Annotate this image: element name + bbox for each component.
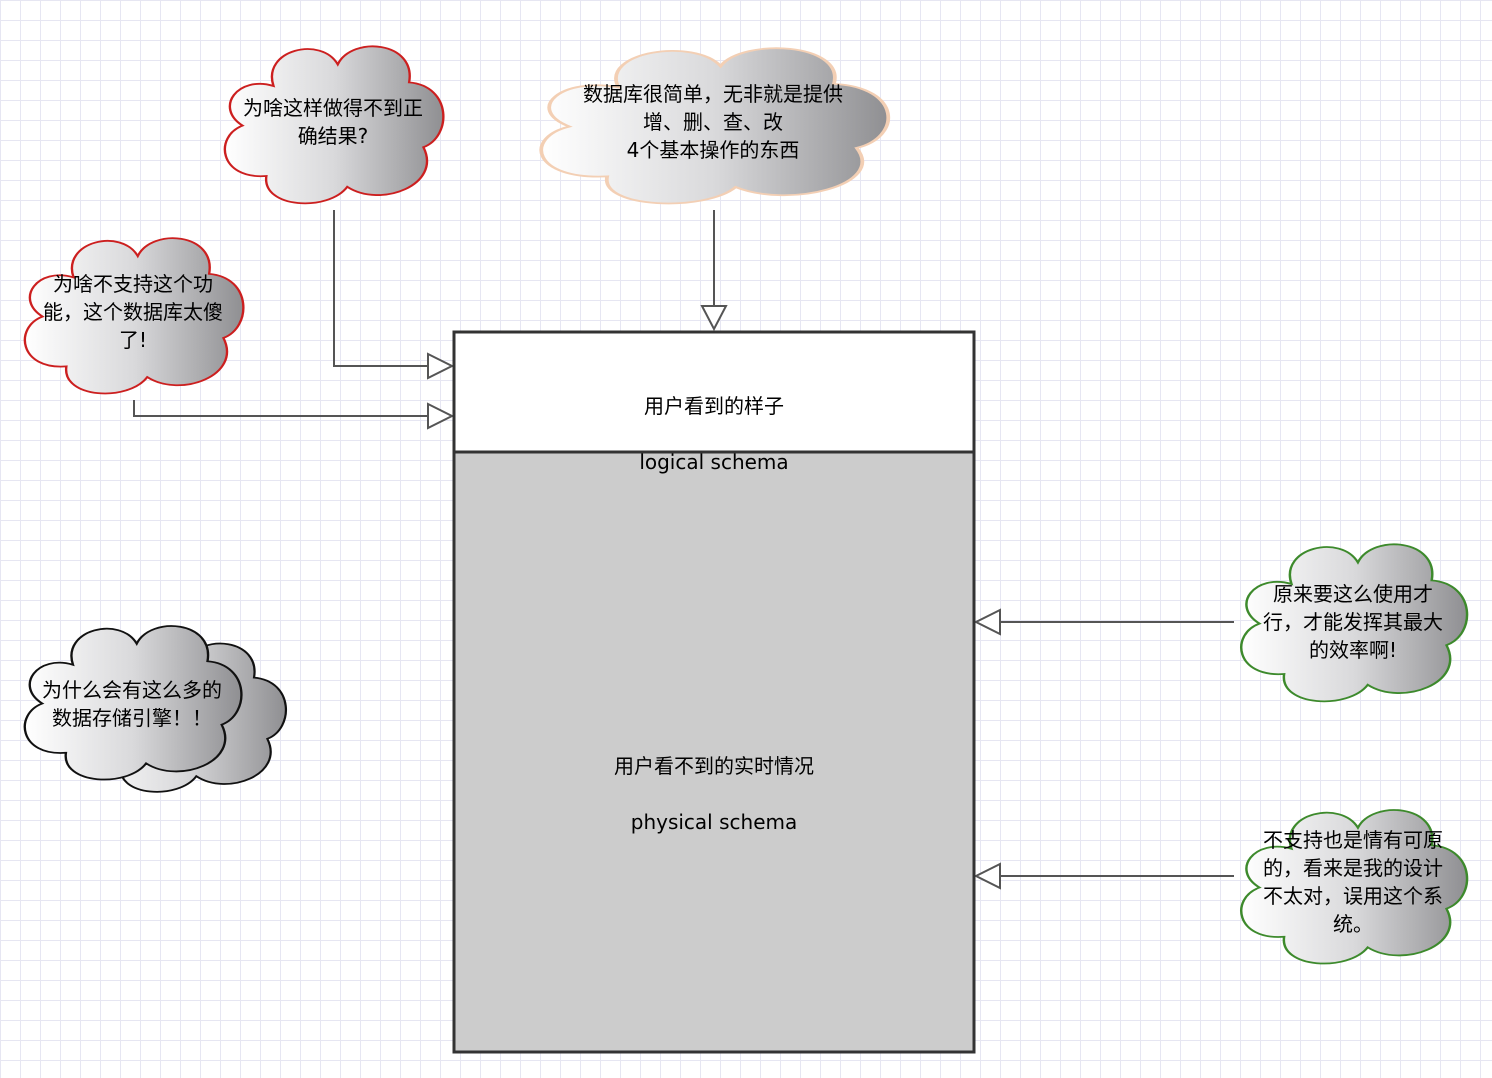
cloud-why-not-correct-text: 为啥这样做得不到正 确结果? [243,96,423,148]
logical-schema-subtitle: logical schema [639,450,789,474]
physical-schema-subtitle: physical schema [630,810,798,834]
arrowhead-open [427,402,455,430]
cloud-understandable-text: 不支持也是情有可原 的，看来是我的设计 不太对，误用这个系 统。 [1263,828,1443,936]
cloud-why-many-engines-text: 为什么会有这么多的 数据存储引擎！！ [42,678,222,730]
arrowhead-open [427,352,455,380]
connector-notsupported-to-logical [133,400,428,417]
physical-schema-title: 用户看不到的实时情况 [614,754,814,778]
connector-correct-to-logical [333,210,428,367]
physical-schema-label: 用户看不到的实时情况 physical schema [454,724,974,864]
arrowhead-open [973,862,1001,890]
cloud-use-this-way-text: 原来要这么使用才 行，才能发挥其最大 的效率啊! [1263,582,1443,662]
logical-schema-label: 用户看到的样子 logical schema [454,364,974,504]
arrowhead-open [973,608,1001,636]
logical-schema-title: 用户看到的样子 [644,394,784,418]
arrowhead-open [700,305,728,332]
cloud-why-not-supported-text: 为啥不支持这个功 能，这个数据库太傻 了! [43,272,223,352]
cloud-db-simple-text: 数据库很简单，无非就是提供 增、删、查、改 4个基本操作的东西 [583,82,843,162]
